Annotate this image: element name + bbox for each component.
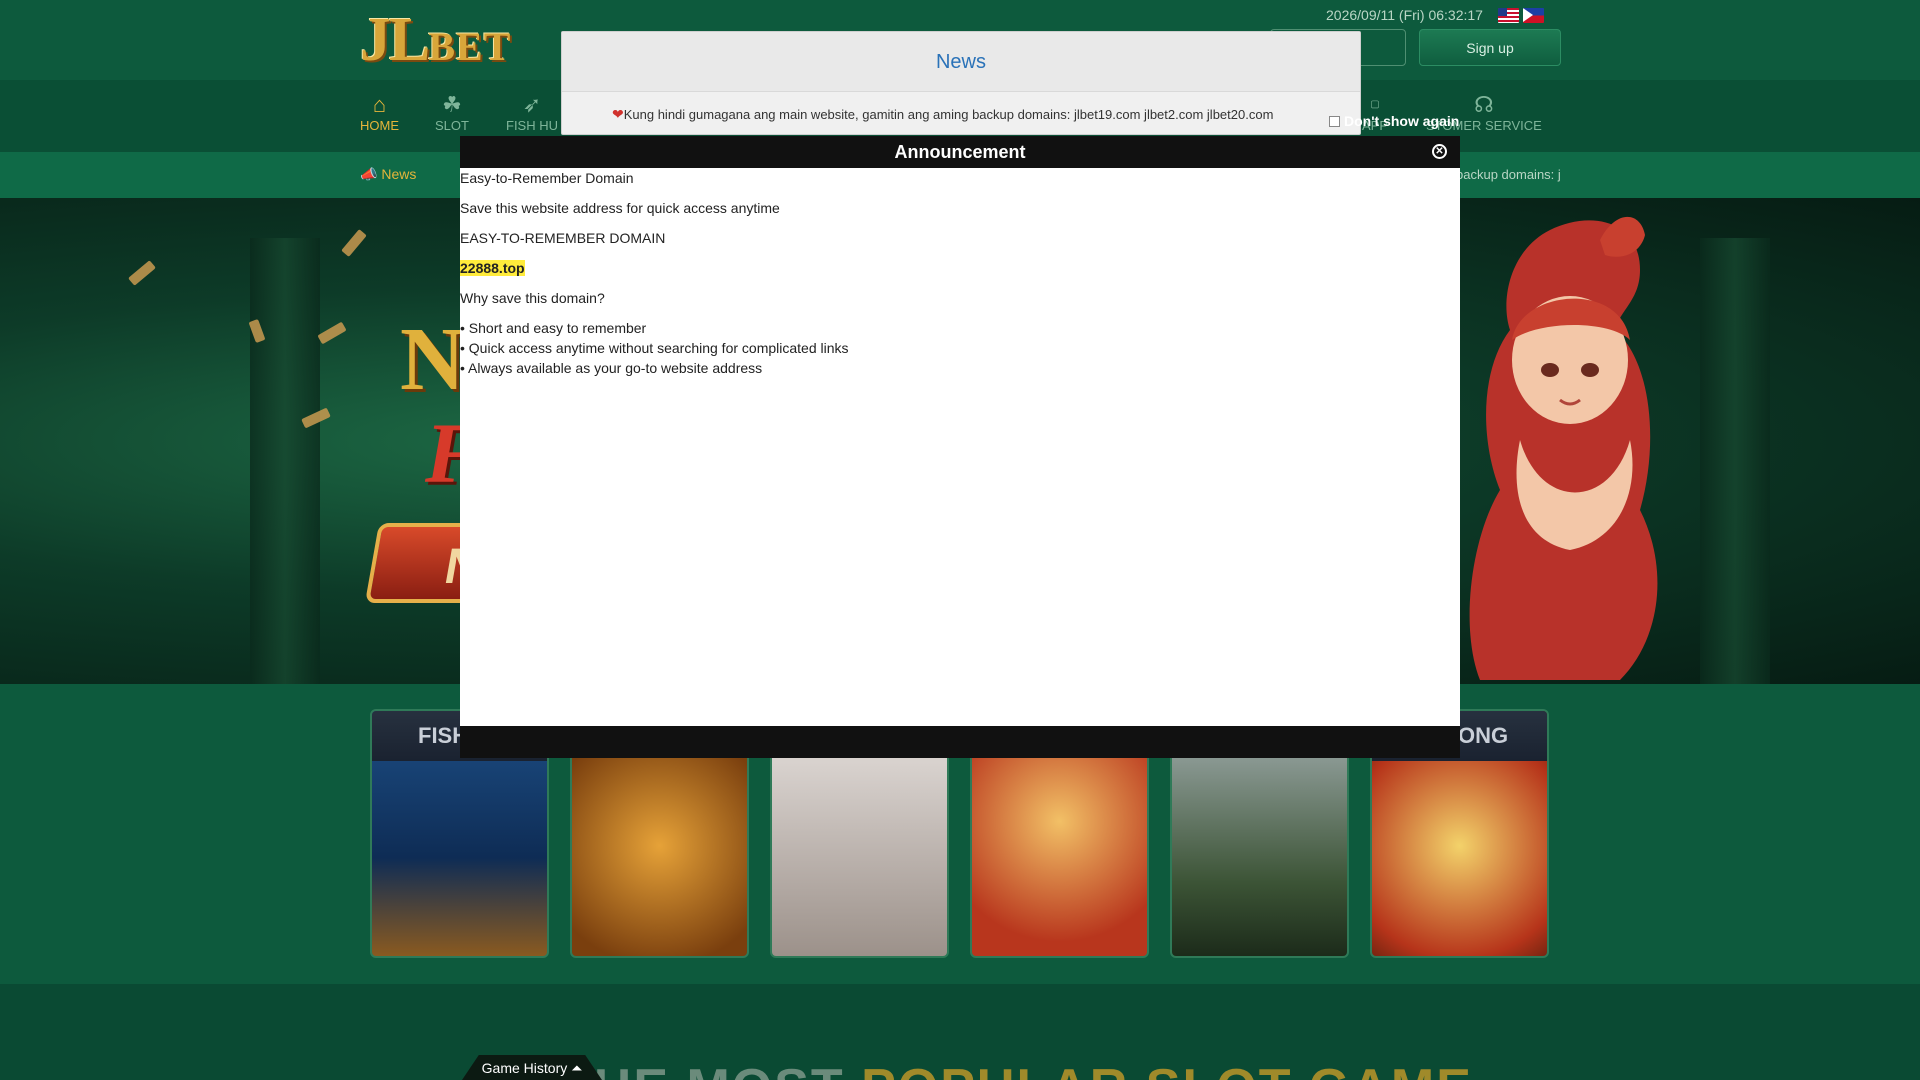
hero-pillar	[1700, 238, 1770, 684]
news-popup-message: ❤Kung hindi gumagana ang main website, g…	[612, 106, 1274, 122]
nav-fish-label: FISH HU	[506, 118, 558, 133]
nav-slot-label: SLOT	[435, 118, 469, 133]
announcement-line: Save this website address for quick acce…	[460, 200, 780, 216]
coin-decoration	[317, 321, 347, 345]
fish-icon: ➶	[522, 92, 542, 117]
heart-icon: ❤	[612, 106, 624, 122]
home-icon: ⌂	[372, 92, 387, 117]
dont-show-again-toggle[interactable]: Don't show again	[1329, 113, 1459, 129]
news-marquee-label[interactable]: 📣 News	[360, 166, 416, 183]
news-popup: News ❤Kung hindi gumagana ang main websi…	[561, 31, 1361, 135]
logo-main-text: JL	[360, 6, 430, 74]
logo-sub-text: BET	[428, 24, 512, 69]
domain-highlight[interactable]: 22888.top	[460, 260, 525, 276]
marquee-text: backup domains: j	[1456, 167, 1561, 182]
megaphone-icon: 📣	[360, 166, 378, 182]
announcement-line: EASY-TO-REMEMBER DOMAIN	[460, 230, 666, 246]
news-popup-title: News	[562, 32, 1360, 92]
announcement-bullet: • Quick access anytime without searching…	[460, 340, 849, 356]
game-history-tab[interactable]: Game History ⏶	[462, 1055, 602, 1080]
close-icon[interactable]: ✕	[1432, 144, 1447, 159]
ph-flag-icon[interactable]	[1523, 8, 1544, 23]
announcement-title: Announcement	[460, 136, 1460, 168]
nav-home-label: HOME	[360, 118, 399, 133]
hero-pillar	[250, 238, 320, 684]
hero-character-illustration	[1469, 216, 1658, 680]
coin-decoration	[128, 260, 156, 286]
dont-show-again-checkbox[interactable]	[1329, 116, 1340, 127]
nav-fish-hunter[interactable]: ➶ FISH HU	[506, 92, 558, 133]
datetime-display: 2026/09/11 (Fri) 06:32:17	[1326, 7, 1483, 23]
announcement-line: Why save this domain?	[460, 290, 605, 306]
slot-icon: ☘	[442, 92, 462, 117]
coin-decoration	[341, 229, 367, 257]
popular-slot-title: THE MOST POPULAR SLOT GAME	[560, 1058, 1473, 1080]
announcement-line: Easy-to-Remember Domain	[460, 170, 634, 186]
jlbet-logo[interactable]: JLBET	[360, 8, 544, 72]
signup-button[interactable]: Sign up	[1419, 29, 1561, 66]
announcement-bullet: • Short and easy to remember	[460, 320, 647, 336]
announcement-body: Easy-to-Remember Domain Save this websit…	[460, 168, 1460, 726]
nav-slot[interactable]: ☘ SLOT	[435, 92, 469, 133]
us-flag-icon[interactable]	[1498, 8, 1519, 23]
nav-home[interactable]: ⌂ HOME	[360, 92, 399, 133]
announcement-bullet: • Always available as your go-to website…	[460, 360, 763, 376]
announcement-modal: Announcement ✕ Easy-to-Remember Domain S…	[460, 136, 1460, 758]
announcement-footer	[460, 726, 1460, 758]
hero-letter: N	[400, 310, 465, 409]
